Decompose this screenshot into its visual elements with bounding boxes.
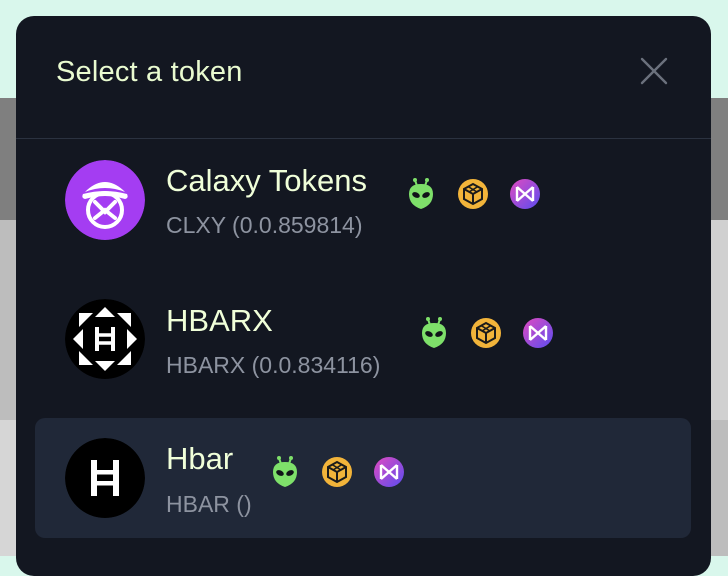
token-row-hbarx[interactable]: HBARX HBARX (0.0.834116): [35, 279, 691, 399]
hashpack-icon: [322, 457, 352, 487]
token-badges: [417, 316, 555, 350]
modal-header: Select a token: [16, 16, 711, 139]
alien-icon: [409, 178, 433, 209]
hashport-icon: [510, 179, 540, 209]
token-subtitle: CLXY (0.0.859814): [166, 212, 363, 238]
alien-icon: [422, 317, 446, 348]
token-row-calaxy[interactable]: Calaxy Tokens CLXY (0.0.859814): [35, 139, 691, 259]
token-name: Hbar: [166, 441, 234, 476]
close-icon: [640, 57, 668, 85]
hashpack-icon: [458, 179, 488, 209]
modal-title: Select a token: [56, 56, 243, 88]
hbarx-logo: [65, 299, 145, 379]
alien-icon: [273, 456, 297, 487]
token-name: HBARX: [166, 303, 273, 338]
hashpack-icon: [471, 318, 501, 348]
token-list: Calaxy Tokens CLXY (0.0.859814) HBARX HB…: [16, 139, 711, 576]
hashport-icon: [374, 457, 404, 487]
hashport-icon: [523, 318, 553, 348]
token-select-modal: Select a token Calaxy Tokens CLXY (0.0.8…: [16, 16, 711, 576]
background-card-right: [710, 220, 728, 420]
token-badges: [404, 177, 542, 211]
hbar-logo: [65, 438, 145, 518]
token-badges: [268, 455, 406, 489]
token-row-hbar[interactable]: Hbar HBAR (): [35, 418, 691, 538]
calaxy-logo: [65, 160, 145, 240]
token-name: Calaxy Tokens: [166, 163, 368, 198]
token-subtitle: HBAR (): [166, 491, 252, 517]
close-button[interactable]: [637, 54, 671, 88]
token-subtitle: HBARX (0.0.834116): [166, 352, 381, 378]
